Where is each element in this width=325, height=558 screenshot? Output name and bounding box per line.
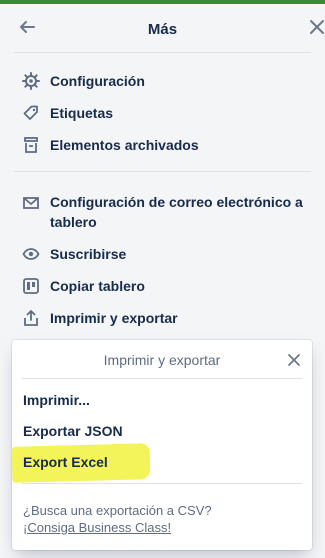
header-divider <box>14 52 311 53</box>
eye-icon <box>22 245 40 263</box>
print-export-popover: Imprimir y exportar Imprimir... Exportar… <box>11 340 312 550</box>
archive-icon <box>22 136 40 154</box>
menu-item-imprimir-exportar[interactable]: Imprimir y exportar <box>14 305 319 331</box>
popover-divider <box>22 378 302 379</box>
menu-divider <box>14 171 311 172</box>
popover-title: Imprimir y exportar <box>103 352 221 368</box>
panel-header: Más <box>0 4 325 50</box>
menu-item-label: Configuración <box>50 73 145 89</box>
share-icon <box>22 309 40 327</box>
menu-item-label: Configuración de correo electrónico a ta… <box>50 194 303 230</box>
mail-icon <box>22 194 40 212</box>
export-json-option[interactable]: Exportar JSON <box>23 423 123 439</box>
menu-item-archivados[interactable]: Elementos archivados <box>14 132 319 158</box>
popover-divider <box>22 483 302 484</box>
board-icon <box>22 277 40 295</box>
print-option[interactable]: Imprimir... <box>23 392 90 408</box>
tag-icon <box>22 104 40 122</box>
menu-item-label: Suscribirse <box>50 246 127 262</box>
csv-note: ¿Busca una exportación a CSV? ¡Consiga B… <box>23 502 212 536</box>
menu-item-correo-tablero[interactable]: Configuración de correo electrónico a ta… <box>14 190 319 236</box>
menu-item-label: Copiar tablero <box>50 278 145 294</box>
menu-item-label: Elementos archivados <box>50 137 199 153</box>
close-icon[interactable] <box>305 14 325 40</box>
menu-item-suscribirse[interactable]: Suscribirse <box>14 241 319 267</box>
panel-title: Más <box>147 21 178 38</box>
menu-item-label: Imprimir y exportar <box>50 310 178 326</box>
business-class-link[interactable]: ¡Consiga Business Class! <box>23 520 171 535</box>
close-icon[interactable] <box>284 348 304 372</box>
csv-note-text: ¿Busca una exportación a CSV? <box>23 503 212 518</box>
export-excel-option[interactable]: Export Excel <box>23 454 108 470</box>
menu-item-label: Etiquetas <box>50 105 114 121</box>
gear-icon <box>22 72 40 90</box>
menu-item-copiar-tablero[interactable]: Copiar tablero <box>14 273 319 299</box>
menu-item-etiquetas[interactable]: Etiquetas <box>14 100 319 126</box>
menu-item-configuracion[interactable]: Configuración <box>14 68 319 94</box>
